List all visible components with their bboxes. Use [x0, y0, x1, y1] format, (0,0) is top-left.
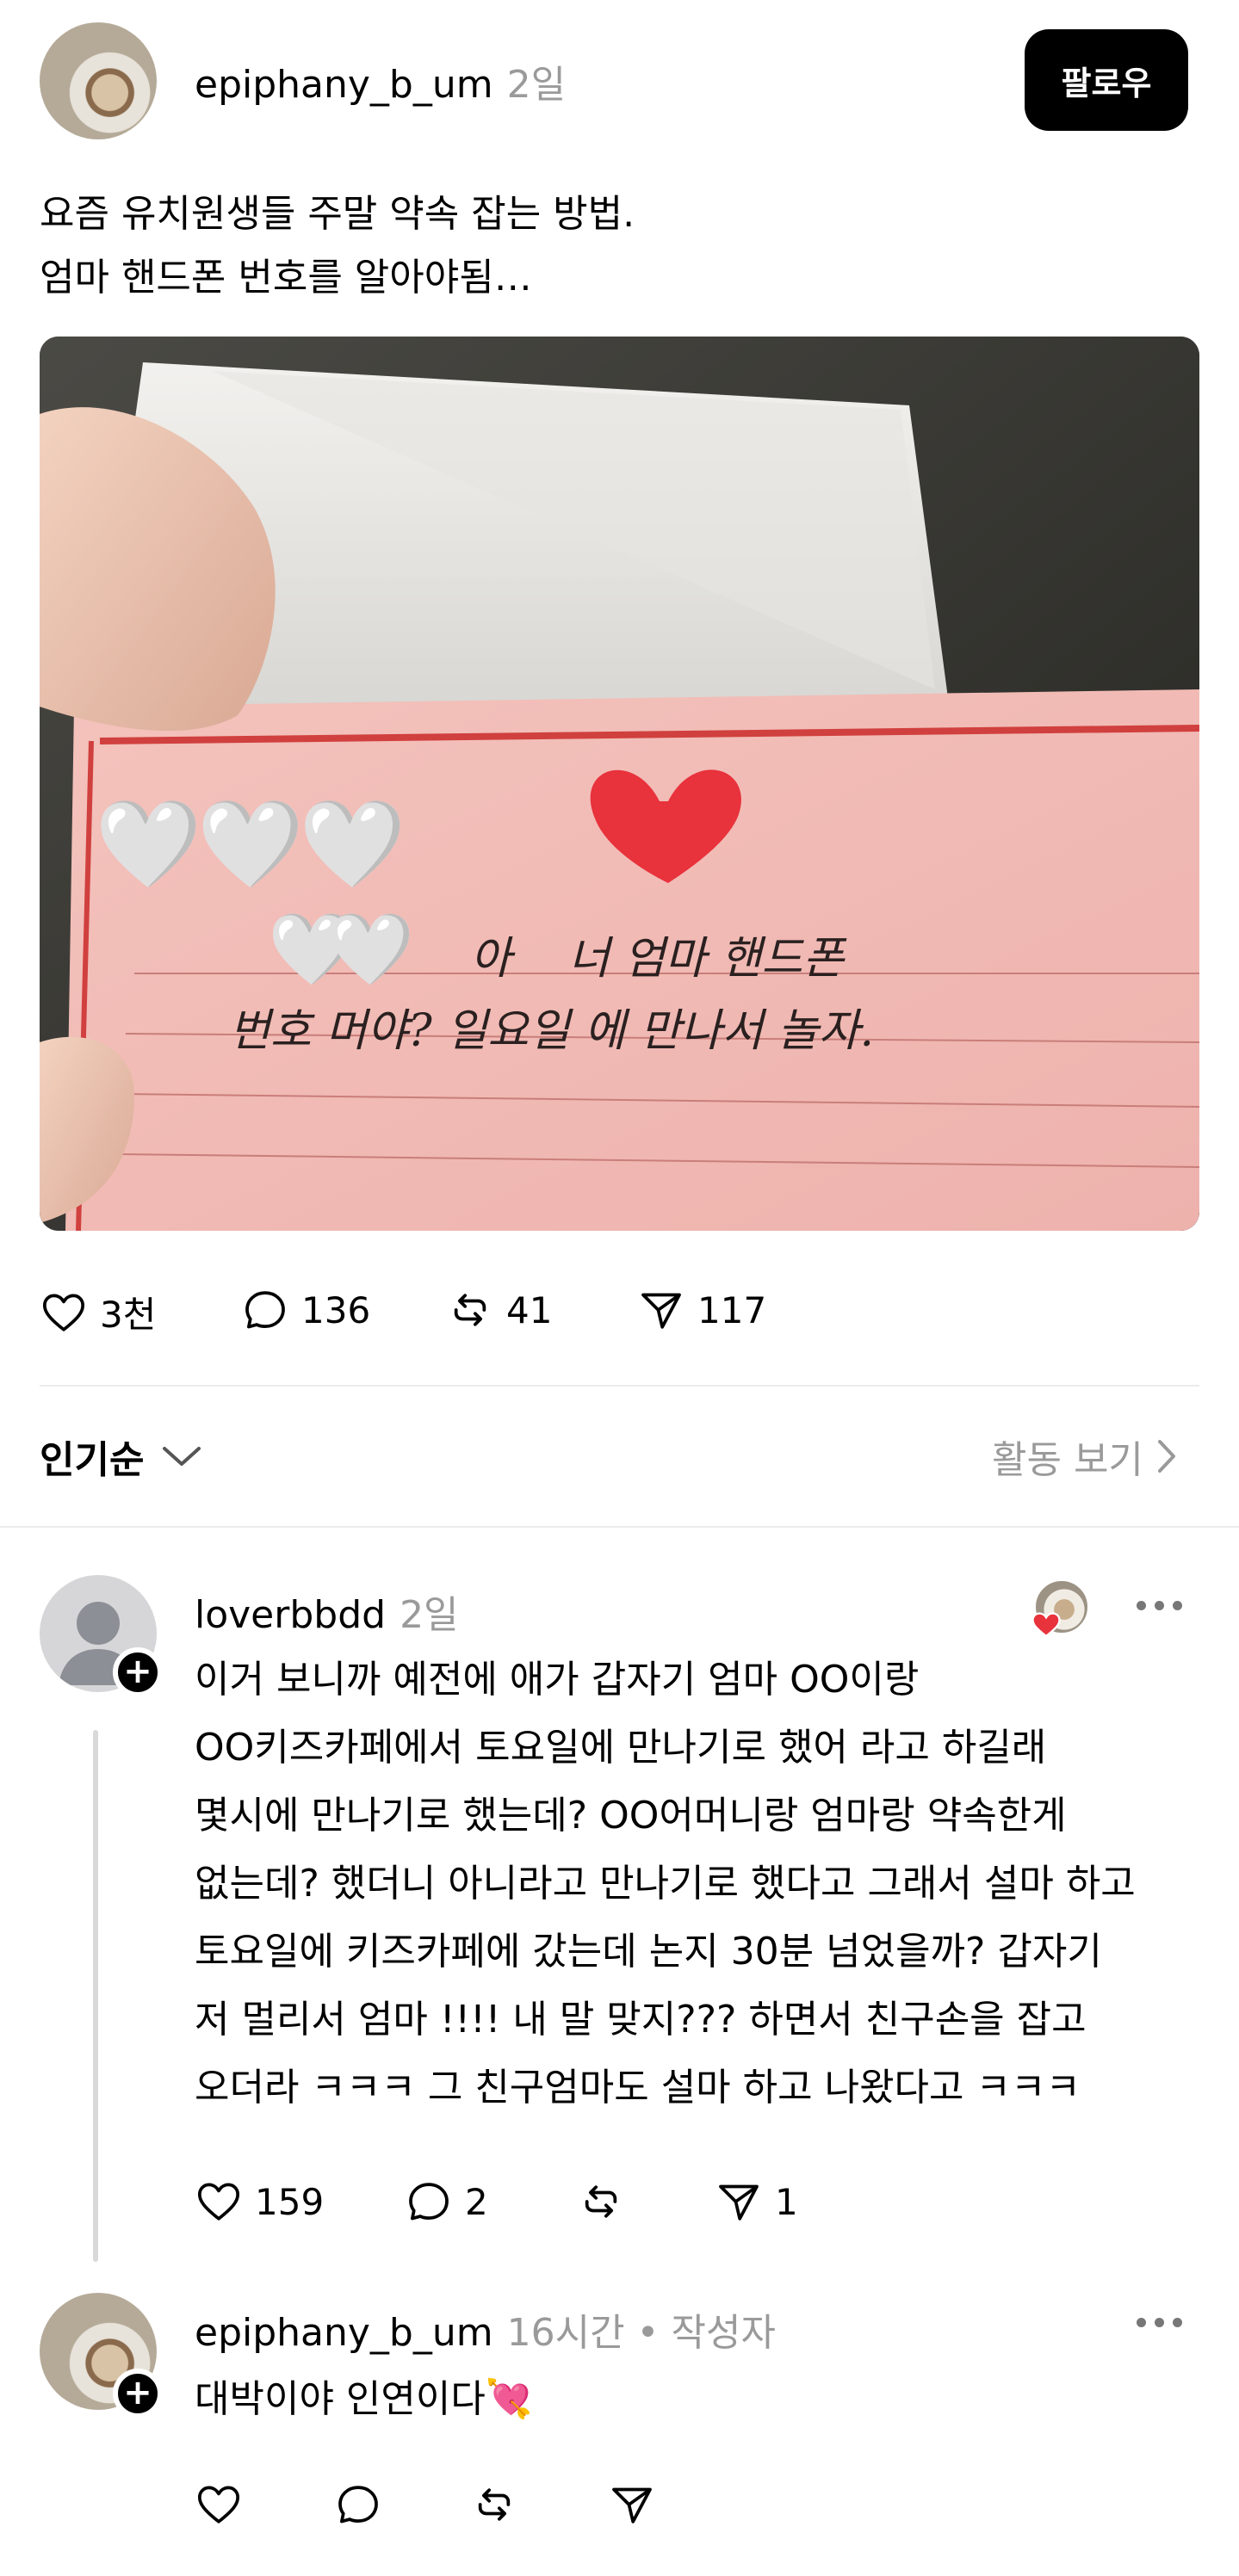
comment-icon — [409, 2183, 449, 2221]
post-comment-action[interactable]: 136 — [241, 1286, 370, 1334]
comment1-reply-action[interactable]: 2 — [405, 2178, 488, 2226]
comment2-follow-plus-icon[interactable]: + — [113, 2369, 163, 2418]
comment2-author-row: epiphany_b_um 16시간 • 작성자 — [195, 2301, 776, 2357]
post-author-avatar[interactable] — [40, 22, 157, 139]
comment1-repost-action[interactable] — [577, 2178, 637, 2226]
comment1-more-icon[interactable] — [1137, 1601, 1182, 1610]
repost-icon — [585, 2185, 617, 2218]
comment-icon — [338, 2486, 378, 2523]
divider-top — [40, 1385, 1199, 1387]
photo-heart-emojis-row2: 🤍🤍 — [268, 909, 414, 991]
comment2-timestamp: 16시간 • 작성자 — [506, 2311, 776, 2355]
author-liked-badge — [1030, 1578, 1090, 1639]
comment-icon — [245, 1291, 285, 1329]
photo-handwritten-line1: 아 너 엄마 핸드폰 — [470, 933, 845, 985]
comment1-like-action[interactable]: 159 — [195, 2178, 324, 2226]
repost-icon — [478, 2488, 511, 2521]
send-icon — [641, 1293, 681, 1329]
post-like-action[interactable]: 3천 — [40, 1286, 156, 1338]
repost-icon — [454, 1294, 486, 1326]
post-like-count: 3천 — [100, 1294, 157, 1336]
comment1-share-action[interactable]: 1 — [715, 2178, 798, 2226]
activity-label: 활동 보기 — [992, 1438, 1143, 1482]
comment1-author-row: loverbbdd 2일 — [195, 1584, 459, 1639]
comment1-thread-line — [93, 1730, 98, 2262]
photo-handwritten-line2: 번호 머야? 일요일 에 만나서 놀자. — [229, 1005, 874, 1057]
comment2-username[interactable]: epiphany_b_um — [195, 2311, 493, 2355]
chevron-down-icon — [163, 1447, 201, 1466]
post-photo[interactable]: 🤍🤍🤍 🤍🤍 아 너 엄마 핸드폰 번호 머야? 일요일 에 만나서 놀자. — [40, 337, 1199, 1231]
comment1-follow-plus-icon[interactable]: + — [113, 1647, 163, 1697]
heart-filled-icon — [1031, 1612, 1061, 1638]
heart-icon — [197, 2183, 240, 2221]
photo-illustration — [40, 337, 1199, 1231]
post-repost-action[interactable]: 41 — [446, 1286, 552, 1334]
post-timestamp: 2일 — [506, 63, 567, 107]
send-icon — [612, 2487, 652, 2523]
comment1-like-count: 159 — [255, 2180, 325, 2223]
comment1-text: 이거 보니까 예전에 애가 갑자기 엄마 OO이랑 OO키즈카페에서 토요일에 … — [195, 1658, 1136, 2110]
post-share-action[interactable]: 117 — [637, 1286, 766, 1334]
divider-sort — [0, 1526, 1239, 1528]
follow-button[interactable]: 팔로우 — [1025, 29, 1188, 131]
chevron-right-icon — [1157, 1440, 1175, 1473]
comment2-more-icon[interactable] — [1137, 2318, 1182, 2327]
post-repost-count: 41 — [506, 1288, 553, 1331]
comment1-reply-count: 2 — [465, 2180, 488, 2223]
photo-heart-emojis-row1: 🤍🤍🤍 — [95, 794, 406, 894]
activity-link[interactable]: 활동 보기 — [992, 1429, 1178, 1484]
post-share-count: 117 — [697, 1288, 767, 1331]
comment2-repost-action[interactable] — [470, 2480, 518, 2529]
post-text: 요즘 유치원생들 주말 약속 잡는 방법. 엄마 핸드폰 번호를 알아야됨… — [40, 192, 635, 300]
comment2-reply-action[interactable] — [334, 2480, 382, 2529]
comment1-username[interactable]: loverbbdd — [195, 1593, 386, 1637]
post-comment-count: 136 — [301, 1288, 371, 1331]
sort-dropdown[interactable]: 인기순 — [40, 1429, 202, 1484]
comment1-timestamp: 2일 — [400, 1593, 459, 1637]
sort-label: 인기순 — [40, 1438, 145, 1482]
comment2-share-action[interactable] — [608, 2480, 656, 2529]
post-author-username[interactable]: epiphany_b_um — [195, 63, 493, 107]
heart-icon — [197, 2486, 240, 2523]
heart-icon — [42, 1294, 85, 1331]
comment1-share-count: 1 — [775, 2180, 798, 2223]
comment2-text: 대박이야 인연이다💘 — [195, 2377, 533, 2421]
send-icon — [719, 2184, 759, 2221]
comment2-like-action[interactable] — [195, 2480, 243, 2529]
post-author-row: epiphany_b_um 2일 — [195, 53, 566, 108]
